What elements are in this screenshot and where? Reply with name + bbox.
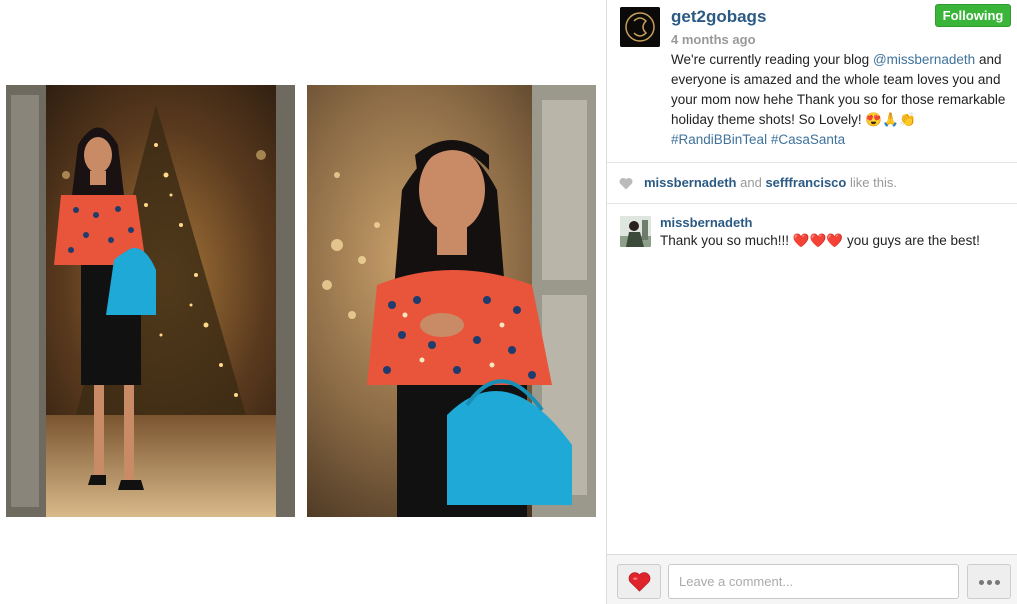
comment-footer bbox=[607, 554, 1017, 604]
more-options-button[interactable] bbox=[967, 564, 1011, 599]
ellipsis-icon bbox=[986, 580, 992, 585]
hashtag-link[interactable]: #CasaSanta bbox=[771, 132, 845, 147]
post-header: get2gobags 4 months ago Following We're … bbox=[607, 0, 1017, 163]
caption-emoji: 😍🙏👏 bbox=[865, 112, 916, 127]
like-button[interactable] bbox=[617, 564, 661, 599]
post-photo-left[interactable] bbox=[6, 85, 295, 517]
comment-input[interactable] bbox=[668, 564, 959, 599]
post-username[interactable]: get2gobags bbox=[671, 7, 766, 27]
likes-suffix: like this. bbox=[849, 175, 897, 190]
avatar[interactable] bbox=[620, 216, 651, 247]
ellipsis-icon bbox=[994, 580, 1000, 585]
caption-text: We're currently reading your blog bbox=[671, 52, 873, 67]
caption-mention-link[interactable]: @missbernadeth bbox=[873, 52, 975, 67]
post-detail-panel: get2gobags 4 months ago Following We're … bbox=[606, 0, 1017, 604]
following-button[interactable]: Following bbox=[935, 4, 1011, 27]
post-caption: We're currently reading your blog @missb… bbox=[671, 50, 1013, 150]
avatar[interactable] bbox=[620, 7, 660, 47]
comment-username[interactable]: missbernadeth bbox=[660, 215, 752, 230]
heart-icon bbox=[619, 178, 633, 190]
photo-area bbox=[0, 0, 606, 604]
liker-link[interactable]: missbernadeth bbox=[644, 175, 736, 190]
likes-row: missbernadeth and sefffrancisco like thi… bbox=[607, 163, 1017, 204]
likes-conjunction: and bbox=[740, 175, 762, 190]
ellipsis-icon bbox=[978, 580, 984, 585]
comment-item: missbernadeth Thank you so much!!! ❤️❤️❤… bbox=[607, 212, 1017, 262]
post-timestamp: 4 months ago bbox=[671, 32, 756, 47]
liker-link[interactable]: sefffrancisco bbox=[765, 175, 846, 190]
comment-text: Thank you so much!!! ❤️❤️❤️ you guys are… bbox=[660, 233, 980, 248]
post-photo-right[interactable] bbox=[307, 85, 596, 517]
hashtag-link[interactable]: #RandiBBinTeal bbox=[671, 132, 767, 147]
likes-text: missbernadeth and sefffrancisco like thi… bbox=[644, 175, 897, 190]
heart-icon bbox=[628, 572, 651, 592]
